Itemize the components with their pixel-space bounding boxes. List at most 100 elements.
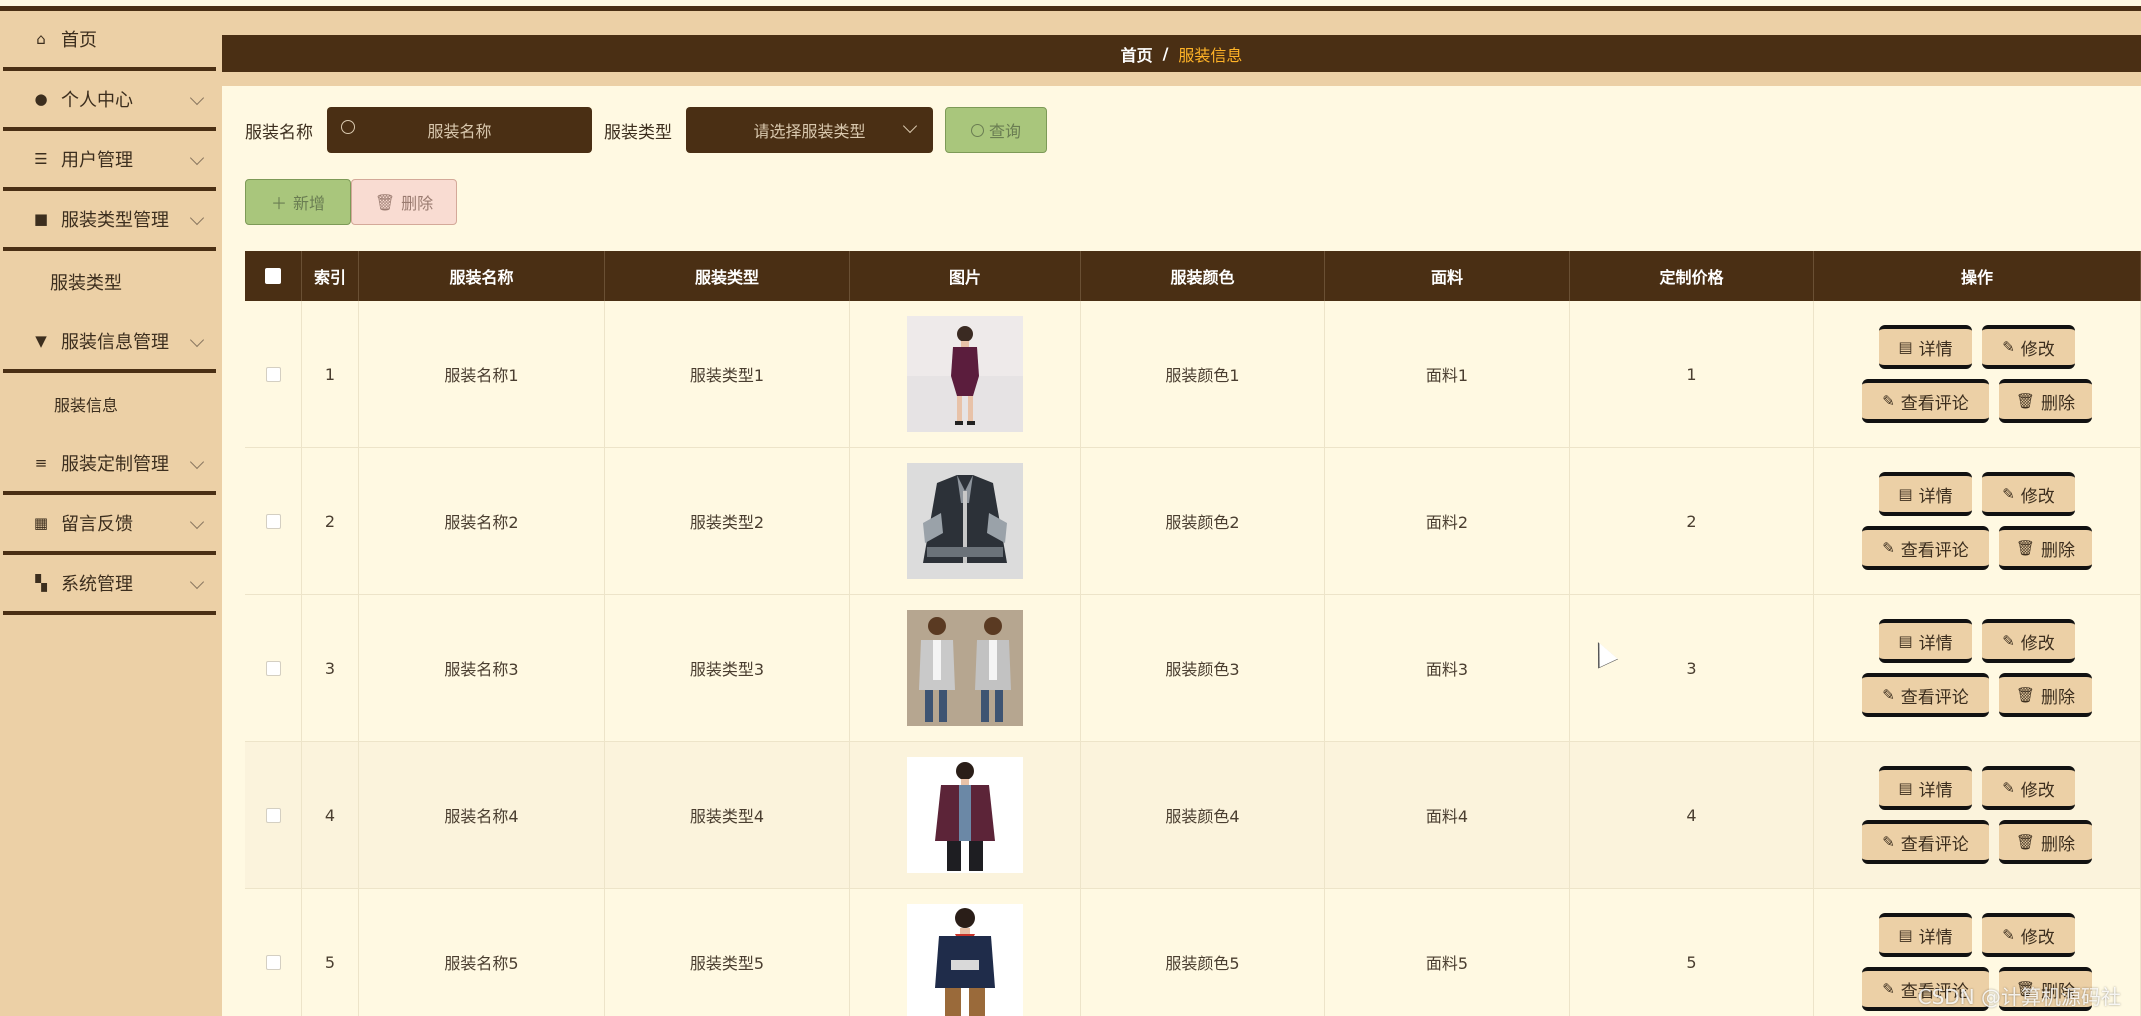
table-row: 5 服装名称5 服装类型5 服装颜色5 面料5 5 ▤ 详情 ✎ 修改 ✎ 查看… xyxy=(245,889,2141,1016)
fabric-cell: 面料5 xyxy=(1325,889,1570,1016)
sidebar: ⌂ 首页 ● 个人中心 ☰ 用户管理 ■ 服装类型管理 服装类型 ▼ 服装信息管… xyxy=(0,11,222,1016)
view-comments-button[interactable]: ✎ 查看评论 xyxy=(1862,526,1989,570)
clothing-image-jacket[interactable] xyxy=(907,463,1023,579)
row-actions: ▤ 详情 ✎ 修改 ✎ 查看评论 🗑 删除 xyxy=(1862,766,2092,864)
detail-button[interactable]: ▤ 详情 xyxy=(1879,619,1972,663)
edit-icon: ✎ xyxy=(1882,539,1895,557)
actions-line: ▤ 详情 ✎ 修改 xyxy=(1879,619,2075,663)
sidebar-item-home[interactable]: ⌂ 首页 xyxy=(3,11,216,71)
detail-button[interactable]: ▤ 详情 xyxy=(1879,766,1972,810)
column-header-type: 服装类型 xyxy=(605,251,850,301)
trash-icon: 🗑 xyxy=(2015,833,2036,851)
name-cell: 服装名称4 xyxy=(359,742,605,888)
fabric-cell: 面料1 xyxy=(1325,301,1570,447)
sidebar-subitem-clothing-info[interactable]: 服装信息 xyxy=(0,373,222,435)
name-search-placeholder: 服装名称 xyxy=(427,122,492,141)
price-cell: 2 xyxy=(1570,448,1814,594)
sidebar-subitem-clothing-type[interactable]: 服装类型 xyxy=(0,251,222,313)
breadcrumb-home[interactable]: 首页 xyxy=(1121,42,1153,66)
user-icon: ● xyxy=(34,90,48,108)
type-select[interactable]: 请选择服装类型 xyxy=(686,107,933,153)
clothing-image-boy-jacket[interactable] xyxy=(907,757,1023,873)
chevron-down-icon xyxy=(189,210,205,226)
sidebar-item-label: 个人中心 xyxy=(61,90,133,111)
row-checkbox[interactable] xyxy=(265,660,281,676)
search-icon xyxy=(341,120,355,134)
select-all-checkbox[interactable] xyxy=(265,268,281,284)
delete-button[interactable]: 🗑 删除 xyxy=(1999,526,2092,570)
document-icon: ▤ xyxy=(1898,632,1913,650)
chevron-down-icon xyxy=(189,90,205,106)
row-checkbox[interactable] xyxy=(265,513,281,529)
name-search-label: 服装名称 xyxy=(245,122,313,143)
detail-button-label: 详情 xyxy=(1918,633,1953,654)
delete-button[interactable]: 🗑 删除 xyxy=(1999,379,2092,423)
sidebar-item-label: 系统管理 xyxy=(61,574,133,595)
search-icon xyxy=(970,123,984,137)
type-cell: 服装类型4 xyxy=(605,742,850,888)
trash-icon: 🗑 xyxy=(2015,392,2036,410)
view-comments-button-label: 查看评论 xyxy=(1900,393,1969,414)
clothing-image-boy-polo[interactable] xyxy=(907,904,1023,1016)
column-header-fabric: 面料 xyxy=(1325,251,1570,301)
edit-icon: ✎ xyxy=(2002,779,2015,797)
table-row: 3 服装名称3 服装类型3 服装颜色3 面料3 3 ▤ 详情 ✎ 修改 ✎ 查看… xyxy=(245,595,2141,742)
sliders-icon: ☰ xyxy=(34,150,48,168)
sidebar-item-user-management[interactable]: ☰ 用户管理 xyxy=(3,131,216,191)
view-comments-button[interactable]: ✎ 查看评论 xyxy=(1862,820,1989,864)
name-search-input[interactable]: 服装名称 xyxy=(327,107,592,153)
type-cell: 服装类型3 xyxy=(605,595,850,741)
chevron-down-icon xyxy=(902,118,918,134)
row-checkbox[interactable] xyxy=(265,807,281,823)
sidebar-item-label: 用户管理 xyxy=(61,150,133,171)
sidebar-item-system-management[interactable]: ▚ 系统管理 xyxy=(3,555,216,615)
sidebar-item-clothing-type-management[interactable]: ■ 服装类型管理 xyxy=(3,191,216,251)
briefcase-icon: ■ xyxy=(33,210,49,228)
row-checkbox[interactable] xyxy=(265,366,281,382)
add-button[interactable]: ＋ 新增 xyxy=(245,179,351,225)
edit-button[interactable]: ✎ 修改 xyxy=(1982,619,2075,663)
row-select-cell xyxy=(245,595,302,741)
type-cell: 服装类型1 xyxy=(605,301,850,447)
detail-button[interactable]: ▤ 详情 xyxy=(1879,325,1972,369)
detail-button[interactable]: ▤ 详情 xyxy=(1879,913,1972,957)
edit-button[interactable]: ✎ 修改 xyxy=(1982,325,2075,369)
add-button-label: 新增 xyxy=(293,194,326,213)
index-cell: 1 xyxy=(302,301,359,447)
actions-line: ▤ 详情 ✎ 修改 xyxy=(1879,325,2075,369)
row-select-cell xyxy=(245,448,302,594)
actions-line: ▤ 详情 ✎ 修改 xyxy=(1879,472,2075,516)
price-cell: 3 xyxy=(1570,595,1814,741)
actions-line: ▤ 详情 ✎ 修改 xyxy=(1879,913,2075,957)
query-button[interactable]: 查询 xyxy=(945,107,1047,153)
type-select-placeholder: 请选择服装类型 xyxy=(753,122,866,141)
image-cell xyxy=(850,301,1081,447)
row-checkbox[interactable] xyxy=(265,954,281,970)
sidebar-item-personal-center[interactable]: ● 个人中心 xyxy=(3,71,216,131)
delete-button[interactable]: 🗑 删除 xyxy=(1999,673,2092,717)
sidebar-item-custom-management[interactable]: ≡ 服装定制管理 xyxy=(3,435,216,495)
edit-button-label: 修改 xyxy=(2020,780,2055,801)
sidebar-item-label: 服装信息管理 xyxy=(61,332,169,353)
row-actions: ▤ 详情 ✎ 修改 ✎ 查看评论 🗑 删除 xyxy=(1862,472,2092,570)
breadcrumb-current: 服装信息 xyxy=(1178,45,1243,65)
view-comments-button-label: 查看评论 xyxy=(1900,540,1969,561)
view-comments-button[interactable]: ✎ 查看评论 xyxy=(1862,379,1989,423)
edit-button[interactable]: ✎ 修改 xyxy=(1982,472,2075,516)
edit-button[interactable]: ✎ 修改 xyxy=(1982,913,2075,957)
index-cell: 5 xyxy=(302,889,359,1016)
delete-button[interactable]: 🗑 删除 xyxy=(1999,820,2092,864)
name-cell: 服装名称2 xyxy=(359,448,605,594)
image-cell xyxy=(850,889,1081,1016)
view-comments-button[interactable]: ✎ 查看评论 xyxy=(1862,673,1989,717)
color-cell: 服装颜色2 xyxy=(1081,448,1325,594)
sidebar-item-feedback[interactable]: ▦ 留言反馈 xyxy=(3,495,216,555)
clothing-image-dress[interactable] xyxy=(907,316,1023,432)
clothing-image-cardigan[interactable] xyxy=(907,610,1023,726)
detail-button[interactable]: ▤ 详情 xyxy=(1879,472,1972,516)
edit-button[interactable]: ✎ 修改 xyxy=(1982,766,2075,810)
fabric-cell: 面料2 xyxy=(1325,448,1570,594)
batch-delete-button[interactable]: 🗑 删除 xyxy=(351,179,457,225)
column-header-index: 索引 xyxy=(302,251,359,301)
sidebar-item-clothing-info-management[interactable]: ▼ 服装信息管理 xyxy=(3,313,216,373)
